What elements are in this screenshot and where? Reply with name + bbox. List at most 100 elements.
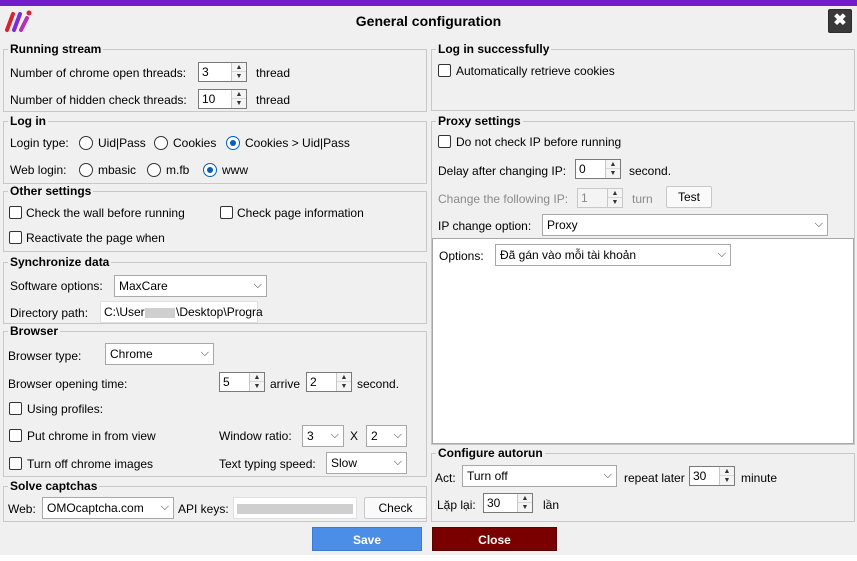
captcha-check-button[interactable]: Check (364, 497, 427, 519)
proxy-test-button[interactable]: Test (666, 186, 712, 208)
typing-speed-select[interactable]: Slow ⌵ (326, 452, 407, 474)
act-select[interactable]: Turn off ⌵ (462, 465, 617, 487)
hidden-threads-label: Number of hidden check threads: (10, 93, 187, 107)
typing-speed-label: Text typing speed: (219, 457, 316, 471)
proxy-options-select[interactable]: Đã gán vào mỗi tài khoản ⌵ (495, 244, 731, 266)
web-login-label: Web login: (10, 163, 67, 177)
window-ratio-width-select[interactable]: 3 ⌵ (302, 425, 344, 447)
software-options-select[interactable]: MaxCare ⌵ (114, 275, 267, 297)
login-success-title: Log in successfully (436, 42, 552, 56)
auto-cookies-checkbox[interactable] (438, 64, 451, 77)
chevron-down-icon: ⌵ (814, 218, 823, 230)
repeat-unit: minute (741, 471, 778, 485)
proxy-options-panel: Options: Đã gán vào mỗi tài khoản ⌵ (432, 238, 854, 444)
chrome-threads-input[interactable]: 3 ▲ ▼ (198, 62, 247, 82)
chevron-down-icon: ⌵ (330, 429, 339, 441)
save-button[interactable]: Save (312, 527, 422, 551)
web-login-mfb-label: m.fb (166, 163, 190, 177)
directory-path-prefix: C:\Users (104, 305, 151, 319)
check-page-checkbox[interactable] (220, 206, 233, 219)
other-settings-title: Other settings (8, 184, 94, 198)
login-type-cookies-uidpass-label: Cookies > Uid|Pass (245, 136, 350, 150)
window-close-button[interactable]: ✖ (828, 9, 852, 33)
web-login-www-radio[interactable] (203, 163, 217, 177)
again-input[interactable]: 30 ▲ ▼ (483, 493, 533, 513)
chevron-down-icon: ⌵ (603, 469, 612, 481)
login-type-cookies-radio[interactable] (154, 136, 168, 150)
open-time-from-input[interactable]: 5 ▲ ▼ (219, 372, 265, 392)
sync-group: Synchronize data Software options: MaxCa… (3, 255, 427, 324)
delay-unit: second. (629, 164, 672, 178)
check-wall-label: Check the wall before running (26, 206, 185, 220)
chrome-threads-label: Number of chrome open threads: (10, 66, 187, 80)
background-table-strip (0, 555, 857, 561)
turn-off-images-checkbox[interactable] (9, 457, 22, 470)
hidden-threads-unit: thread (256, 93, 291, 107)
login-success-group: Log in successfully Automatically retrie… (431, 42, 855, 111)
reactivate-label: Reactivate the page when (26, 231, 165, 245)
login-type-cookies-label: Cookies (173, 136, 217, 150)
reactivate-checkbox[interactable] (9, 231, 22, 244)
captcha-web-select[interactable]: OMOcaptcha.com ⌵ (42, 497, 174, 519)
delay-label: Delay after changing IP: (438, 164, 567, 178)
browser-type-select[interactable]: Chrome ⌵ (105, 343, 214, 365)
repeat-later-label: repeat later (624, 471, 685, 485)
chevron-down-icon: ⌵ (200, 347, 209, 359)
web-login-mbasic-label: mbasic (98, 163, 137, 177)
redacted-api-key (237, 504, 353, 514)
act-label: Act: (435, 471, 456, 485)
web-login-mbasic-radio[interactable] (79, 163, 93, 177)
login-type-label: Login type: (10, 136, 69, 150)
login-title: Log in (8, 114, 48, 128)
change-following-input[interactable]: 1 ▲ ▼ (577, 188, 623, 208)
software-options-label: Software options: (10, 279, 103, 293)
no-check-ip-checkbox[interactable] (438, 135, 451, 148)
using-profiles-checkbox[interactable] (9, 402, 22, 415)
captcha-title: Solve captchas (8, 479, 100, 493)
api-keys-label: API keys: (178, 502, 229, 516)
directory-path-suffix: \Desktop\Progra (176, 305, 263, 319)
window-title: General configuration (355, 13, 502, 29)
using-profiles-label: Using profiles: (27, 402, 104, 416)
window-ratio-x-label: X (350, 429, 359, 443)
again-unit: lần (543, 498, 560, 512)
hidden-threads-input[interactable]: 10 ▲ ▼ (198, 89, 247, 109)
proxy-title: Proxy settings (436, 114, 523, 128)
autorun-group: Configure autorun Act: Turn off ⌵ repeat … (431, 446, 855, 522)
auto-cookies-label: Automatically retrieve cookies (456, 64, 615, 78)
change-following-label: Change the following IP: (438, 192, 569, 206)
repeat-later-input[interactable]: 30 ▲ ▼ (689, 466, 735, 486)
chevron-down-icon: ⌵ (160, 501, 169, 513)
arrive-label: arrive (270, 377, 301, 391)
put-chrome-checkbox[interactable] (9, 429, 22, 442)
put-chrome-label: Put chrome in from view (27, 429, 156, 443)
captcha-group: Solve captchas Web: OMOcaptcha.com ⌵ API … (3, 479, 427, 522)
other-settings-group: Other settings Check the wall before run… (3, 184, 427, 252)
proxy-options-label: Options: (439, 249, 484, 263)
open-time-label: Browser opening time: (8, 377, 128, 391)
window-ratio-label: Window ratio: (219, 429, 292, 443)
open-time-to-input[interactable]: 2 ▲ ▼ (306, 372, 352, 392)
login-type-uidpass-label: Uid|Pass (98, 136, 146, 150)
web-login-mfb-radio[interactable] (147, 163, 161, 177)
captcha-web-label: Web: (8, 502, 36, 516)
ip-option-label: IP change option: (438, 219, 532, 233)
no-check-ip-label: Do not check IP before running (456, 135, 622, 149)
turn-off-images-label: Turn off chrome images (27, 457, 154, 471)
autorun-title: Configure autorun (436, 446, 545, 460)
window-ratio-height-select[interactable]: 2 ⌵ (366, 425, 407, 447)
chevron-down-icon: ⌵ (393, 456, 402, 468)
check-page-label: Check page information (237, 206, 364, 220)
login-type-uidpass-radio[interactable] (79, 136, 93, 150)
close-button[interactable]: Close (432, 527, 557, 551)
check-wall-checkbox[interactable] (9, 206, 22, 219)
directory-path-input[interactable]: C:\Users \Desktop\Progra (100, 301, 263, 323)
running-stream-group: Running stream Number of chrome open thr… (3, 42, 427, 112)
delay-input[interactable]: 0 ▲ ▼ (575, 159, 621, 179)
proxy-group: Proxy settings Do not check IP before ru… (431, 114, 855, 445)
ip-option-select[interactable]: Proxy ⌵ (542, 214, 828, 236)
chrome-threads-unit: thread (256, 66, 291, 80)
running-stream-title: Running stream (8, 42, 104, 56)
login-type-cookies-uidpass-radio[interactable] (226, 136, 240, 150)
api-keys-input[interactable] (233, 497, 357, 519)
